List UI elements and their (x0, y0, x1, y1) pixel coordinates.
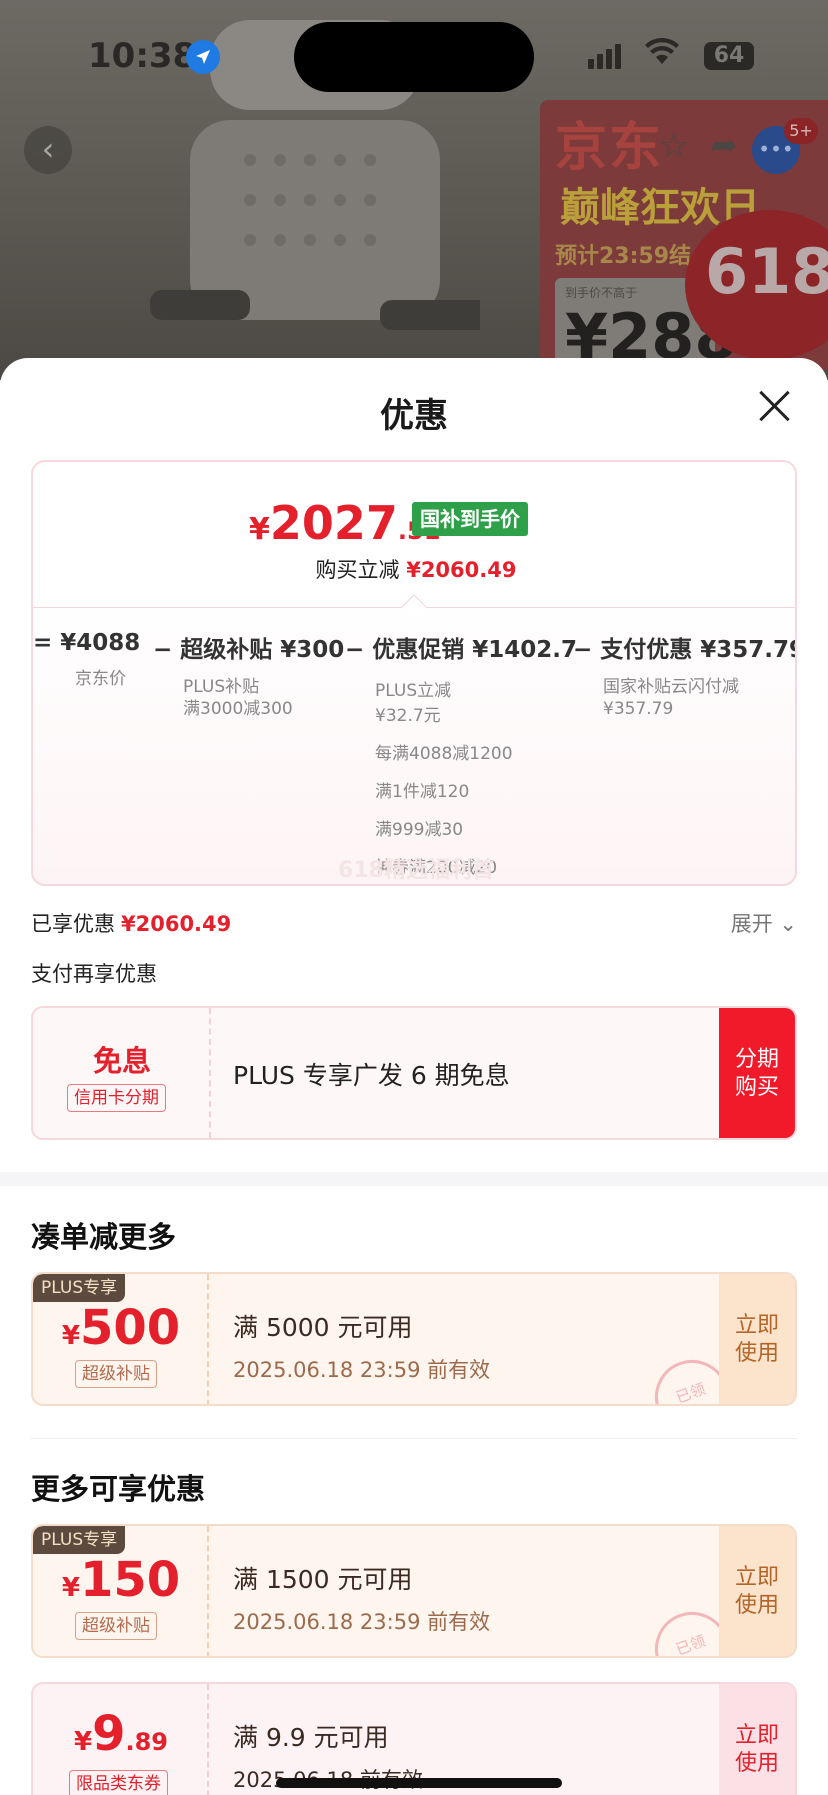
promo-item: 每满4088减1200 (375, 744, 513, 764)
enjoyed-amount: ¥2060.49 (121, 912, 232, 936)
coupon-value: 150 (79, 1552, 181, 1608)
chevron-down-icon: ⌄ (779, 912, 797, 936)
coupon-expiry: 2025.06.18 23:59 前有效 (233, 1610, 491, 1634)
coupon-tag: 超级补贴 (75, 1612, 157, 1640)
installment-card[interactable]: 免息 信用卡分期 PLUS 专享广发 6 期免息 分期 购买 (31, 1006, 797, 1140)
jd-price-label: 京东价 (75, 669, 126, 689)
home-indicator (276, 1778, 562, 1788)
coupon-currency: ¥ (61, 1321, 80, 1351)
pay-discount-column: − 支付优惠 ¥357.79 国家补贴云闪付减 ¥357.79 (573, 630, 797, 720)
pay-more-heading: 支付再享优惠 (31, 962, 157, 986)
promo-list: PLUS立减 ¥32.7元 每满4088减1200 满1件减120 满999减3… (345, 676, 577, 878)
promo-item: PLUS立减 (375, 681, 452, 701)
discount-sheet: 优惠 ¥2027.51 国补到手价 购买立减 ¥2060.49 = ¥4088 … (0, 358, 828, 1795)
expand-button[interactable]: 展开 ⌄ (731, 908, 797, 938)
location-arrow-icon (186, 40, 220, 74)
price-breakdown-card: ¥2027.51 国补到手价 购买立减 ¥2060.49 = ¥4088 京东价… (31, 460, 797, 886)
section-title-more-offers: 更多可享优惠 (31, 1472, 206, 1506)
watermark-text: 618精选福利首 (338, 858, 494, 883)
coupon-tag: 超级补贴 (75, 1360, 157, 1388)
coupon-amount: ¥500 (33, 1300, 209, 1356)
installment-main: 免息 (92, 1044, 151, 1078)
promo-item: ¥32.7元 (375, 706, 441, 726)
promo-deadline: 预计23:59结 (555, 244, 692, 269)
use-now-button[interactable]: 立即 使用 (719, 1274, 795, 1404)
status-time: 10:38 (88, 36, 197, 76)
share-icon: ➦ (710, 126, 738, 164)
use-now-button[interactable]: 立即 使用 (719, 1526, 795, 1656)
super-subsidy: − 超级补贴 ¥300 (153, 637, 345, 663)
pay-discount-sub2: ¥357.79 (603, 699, 674, 719)
super-subsidy-sub1: PLUS补贴 (183, 677, 260, 697)
promo-price-label: 到手价不高于 (565, 286, 638, 300)
jd-price: = ¥4088 (33, 630, 141, 656)
section-title-more-items: 凑单减更多 (31, 1220, 177, 1254)
enjoyed-label: 已享优惠 (31, 912, 115, 936)
promo-item: 满999减30 (375, 820, 464, 840)
sheet-title: 优惠 (380, 396, 448, 436)
super-subsidy-sub2: 满3000减300 (183, 699, 293, 719)
plus-exclusive-badge: PLUS专享 (33, 1526, 126, 1554)
installment-buy-button[interactable]: 分期 购买 (719, 1008, 795, 1138)
coupon-amount: ¥150 (33, 1552, 209, 1608)
coupon-currency: ¥ (61, 1573, 80, 1603)
favorite-button[interactable]: ☆ (650, 126, 698, 174)
coupon-card: ¥150 超级补贴 PLUS专享 满 1500 元可用 2025.06.18 2… (31, 1524, 797, 1658)
close-icon[interactable] (756, 388, 792, 424)
coupon-value: 500 (79, 1300, 181, 1356)
use-now-button[interactable]: 立即 使用 (719, 1684, 795, 1795)
coupon-condition: 满 9.9 元可用 (233, 1723, 389, 1752)
pay-discount: − 支付优惠 ¥357.79 (573, 637, 797, 663)
pay-discount-sub1: 国家补贴云闪付减 (603, 677, 739, 697)
coupon-condition: 满 1500 元可用 (233, 1565, 413, 1594)
chevron-left-icon: ‹ (41, 130, 55, 168)
promo-discount: − 优惠促销 ¥1402.7 (345, 637, 578, 663)
coupon-tag: 限品类东券 (69, 1770, 168, 1795)
final-price-currency: ¥ (249, 512, 270, 547)
promo-title: 京东 (555, 117, 664, 178)
reduction-amount: ¥2060.49 (406, 558, 517, 582)
installment-button-line1: 分期 (734, 1047, 779, 1072)
cellular-signal-icon (588, 44, 624, 69)
super-subsidy-column: − 超级补贴 ¥300 PLUS补贴 满3000减300 (153, 630, 344, 720)
star-icon: ☆ (658, 126, 690, 166)
installment-button-line2: 购买 (734, 1075, 779, 1100)
share-button[interactable]: ➦ (700, 126, 748, 174)
coupon-left: ¥9.89 限品类东券 (33, 1684, 209, 1795)
purchase-reduction: 购买立减 ¥2060.49 (33, 554, 795, 584)
coupon-card: ¥500 超级补贴 PLUS专享 满 5000 元可用 2025.06.18 2… (31, 1272, 797, 1406)
enjoyed-discount-row: 已享优惠 ¥2060.49 展开 ⌄ (31, 908, 797, 938)
divider (31, 1438, 797, 1439)
wifi-icon (644, 37, 680, 74)
message-count-badge: 5+ (784, 118, 818, 144)
dynamic-island (294, 22, 534, 92)
expand-label: 展开 (730, 912, 773, 936)
use-now-line2: 使用 (734, 1751, 779, 1776)
pointer-arrow (401, 594, 427, 620)
battery-indicator: 64 (704, 42, 754, 70)
use-now-line2: 使用 (734, 1341, 779, 1366)
coupon-amount: ¥9.89 (33, 1706, 209, 1762)
reduction-label: 购买立减 (315, 558, 400, 582)
coupon-condition: 满 5000 元可用 (233, 1313, 413, 1342)
use-now-line1: 立即 (734, 1565, 779, 1590)
promo-column: − 优惠促销 ¥1402.7 PLUS立减 ¥32.7元 每满4088减1200… (345, 630, 577, 878)
use-now-line1: 立即 (734, 1313, 779, 1338)
subsidy-price-tag: 国补到手价 (412, 502, 528, 536)
coupon-value-decimal: .89 (125, 1728, 168, 1756)
use-now-line2: 使用 (734, 1593, 779, 1618)
promo-item: 满1件减120 (375, 782, 470, 802)
use-now-line1: 立即 (734, 1723, 779, 1748)
back-button[interactable]: ‹ (24, 126, 72, 174)
final-price-integer: 2027 (269, 496, 398, 550)
plus-exclusive-badge: PLUS专享 (33, 1274, 126, 1302)
coupon-value: 9 (92, 1706, 126, 1762)
installment-sub: 信用卡分期 (67, 1084, 166, 1112)
coupon-currency: ¥ (73, 1727, 93, 1757)
section-separator (0, 1172, 828, 1186)
jd-price-column: = ¥4088 京东价 (33, 630, 140, 690)
installment-text: PLUS 专享广发 6 期免息 (233, 1061, 510, 1090)
installment-left: 免息 信用卡分期 (33, 1008, 211, 1138)
coupon-expiry: 2025.06.18 23:59 前有效 (233, 1358, 491, 1382)
